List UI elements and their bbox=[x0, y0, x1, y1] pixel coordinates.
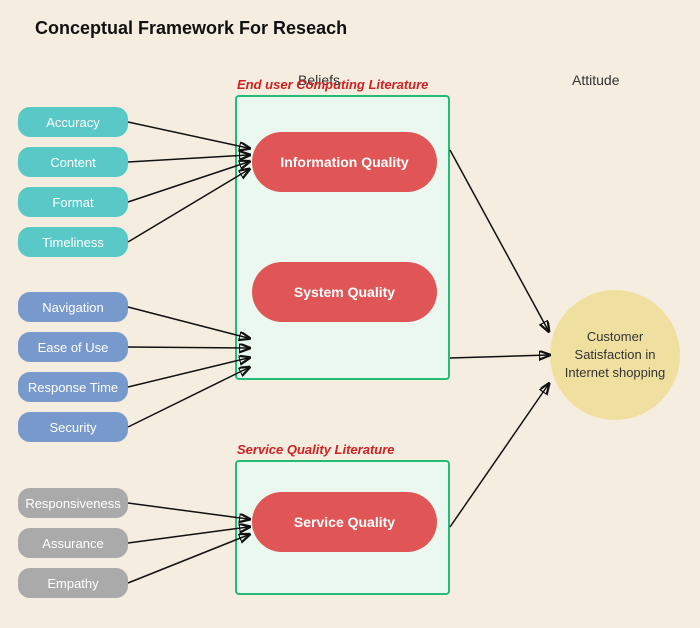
center-box-1: End user Computing Literature Informatio… bbox=[235, 95, 450, 380]
oval-service-quality: Service Quality bbox=[252, 492, 437, 552]
list-item-navigation: Navigation bbox=[18, 292, 128, 322]
oval-system-quality: System Quality bbox=[252, 262, 437, 322]
section-label-service-quality: Service Quality Literature bbox=[237, 442, 395, 457]
list-item-assurance: Assurance bbox=[18, 528, 128, 558]
list-item-format: Format bbox=[18, 187, 128, 217]
list-item-accuracy: Accuracy bbox=[18, 107, 128, 137]
col-attitude: Attitude bbox=[572, 72, 619, 88]
center-box-2: Service Quality Literature Service Quali… bbox=[235, 460, 450, 595]
list-item-timeliness: Timeliness bbox=[18, 227, 128, 257]
oval-info-quality: Information Quality bbox=[252, 132, 437, 192]
list-item-security: Security bbox=[18, 412, 128, 442]
list-item-empathy: Empathy bbox=[18, 568, 128, 598]
list-item-response-time: Response Time bbox=[18, 372, 128, 402]
list-item-responsiveness: Responsiveness bbox=[18, 488, 128, 518]
list-item-ease-of-use: Ease of Use bbox=[18, 332, 128, 362]
list-item-content: Content bbox=[18, 147, 128, 177]
oval-customer-satisfaction: CustomerSatisfaction inInternet shopping bbox=[550, 290, 680, 420]
section-label-end-user: End user Computing Literature bbox=[237, 77, 428, 92]
page-title: Conceptual Framework For Reseach bbox=[0, 0, 700, 39]
